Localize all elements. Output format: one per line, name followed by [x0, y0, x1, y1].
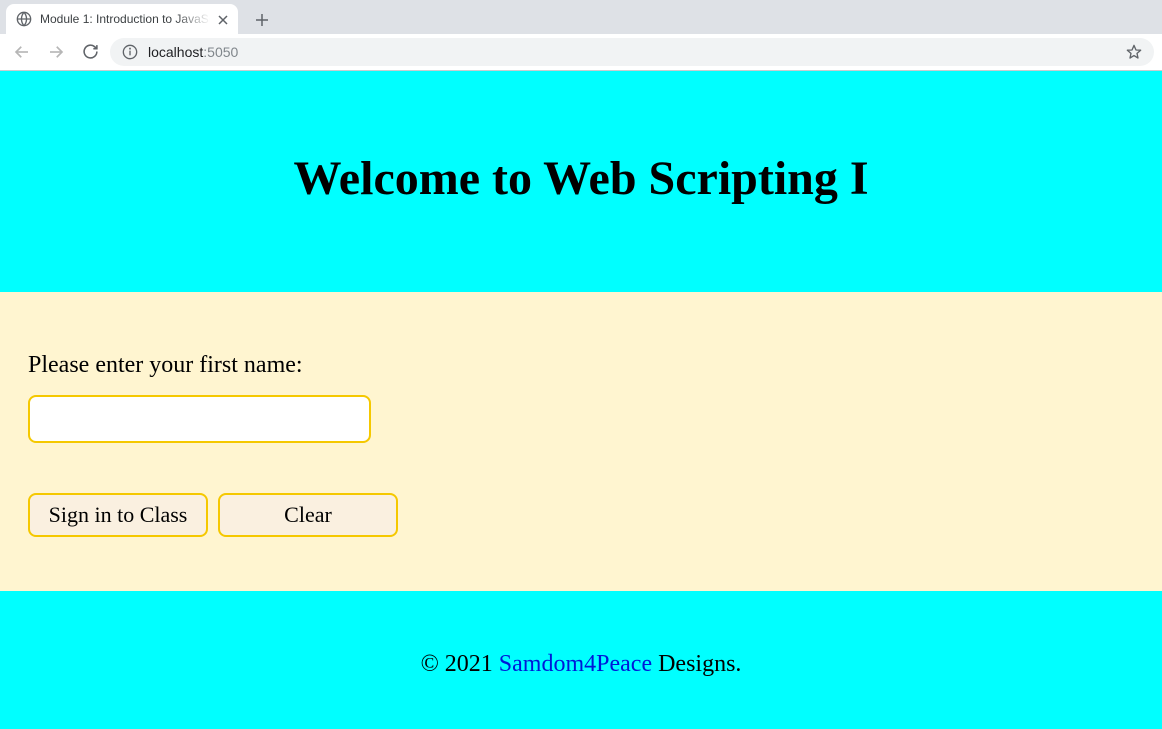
info-icon[interactable] [122, 44, 138, 60]
tab-strip: Module 1: Introduction to JavaSc [0, 0, 1162, 34]
page-heading: Welcome to Web Scripting I [20, 151, 1142, 206]
tab-title: Module 1: Introduction to JavaSc [40, 12, 210, 26]
url-port: :5050 [203, 44, 238, 60]
button-row: Sign in to Class Clear [28, 493, 1134, 537]
page-footer: © 2021 Samdom4Peace Designs. [0, 591, 1162, 729]
sign-in-button[interactable]: Sign in to Class [28, 493, 208, 537]
close-icon[interactable] [218, 14, 228, 24]
forward-button[interactable] [42, 38, 70, 66]
designer-link[interactable]: Samdom4Peace [499, 651, 652, 677]
browser-tab[interactable]: Module 1: Introduction to JavaSc [6, 4, 238, 34]
url-text: localhost:5050 [148, 44, 238, 60]
sign-in-form: Please enter your first name: Sign in to… [0, 292, 1162, 591]
page-header: Welcome to Web Scripting I [0, 71, 1162, 292]
back-button[interactable] [8, 38, 36, 66]
browser-toolbar: localhost:5050 [0, 34, 1162, 70]
url-host: localhost [148, 44, 203, 60]
copyright-suffix: Designs. [658, 651, 741, 677]
new-tab-button[interactable] [248, 6, 276, 34]
clear-button[interactable]: Clear [218, 493, 398, 537]
address-bar[interactable]: localhost:5050 [110, 38, 1154, 66]
first-name-label: Please enter your first name: [28, 352, 1134, 379]
copyright-prefix: © 2021 [421, 651, 499, 677]
reload-button[interactable] [76, 38, 104, 66]
bookmark-star-icon[interactable] [1126, 44, 1142, 60]
browser-chrome: Module 1: Introduction to JavaSc [0, 0, 1162, 71]
globe-icon [16, 11, 32, 27]
page-viewport: Welcome to Web Scripting I Please enter … [0, 71, 1162, 729]
page-body: Welcome to Web Scripting I Please enter … [0, 71, 1162, 729]
first-name-input[interactable] [28, 395, 371, 443]
